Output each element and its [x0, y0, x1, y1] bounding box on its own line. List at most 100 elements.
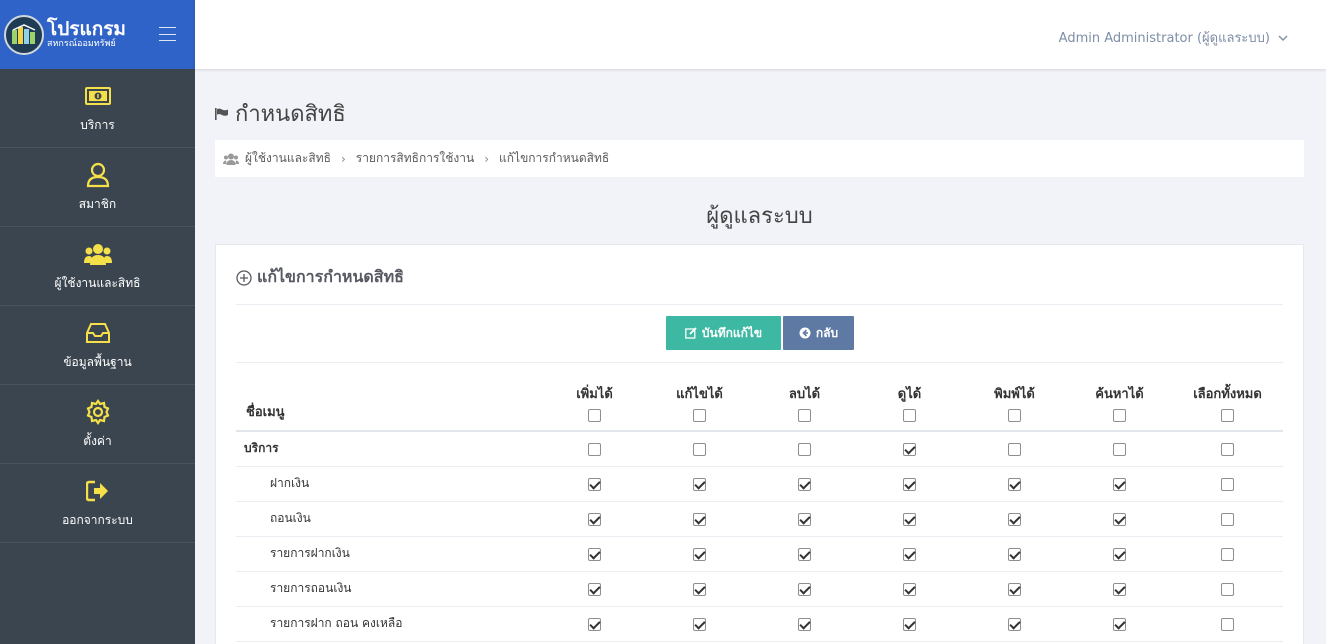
permission-cell: [752, 501, 857, 537]
brand-title: โปรแกรม: [47, 18, 126, 40]
permission-checkbox[interactable]: [1221, 582, 1234, 596]
sidebar-item-member[interactable]: สมาชิก: [0, 148, 195, 227]
permission-checkbox[interactable]: [903, 477, 916, 491]
permission-checkbox[interactable]: [903, 547, 916, 561]
permission-checkbox[interactable]: [588, 512, 601, 526]
menu-name-cell: ฝากเงิน: [236, 466, 542, 502]
sidebar-item-logout[interactable]: ออกจากระบบ: [0, 464, 195, 543]
select-all-checkbox[interactable]: [1221, 409, 1234, 422]
permission-checkbox[interactable]: [903, 617, 916, 631]
permission-checkbox[interactable]: [588, 442, 601, 456]
permission-checkbox[interactable]: [1008, 547, 1021, 561]
permission-checkbox[interactable]: [588, 582, 601, 596]
permission-checkbox[interactable]: [588, 477, 601, 491]
breadcrumb: ผู้ใช้งานและสิทธิ › รายการสิทธิการใช้งาน…: [215, 140, 1304, 177]
permission-cell: [857, 431, 962, 467]
permission-checkbox[interactable]: [693, 582, 706, 596]
menu-name-cell: รายการฝาก ถอน คงเหลือ: [236, 606, 542, 642]
select-column-checkbox[interactable]: [693, 409, 706, 422]
permission-cell: [857, 571, 962, 607]
permission-checkbox[interactable]: [1113, 547, 1126, 561]
permission-checkbox[interactable]: [1221, 477, 1234, 491]
divider: [236, 304, 1283, 305]
permission-cell: [542, 536, 647, 572]
permission-checkbox[interactable]: [1221, 442, 1234, 456]
edit-icon: [685, 327, 697, 339]
sidebar-item-users[interactable]: ผู้ใช้งานและสิทธิ: [0, 227, 195, 306]
permission-cell: [857, 536, 962, 572]
permission-checkbox[interactable]: [693, 477, 706, 491]
back-button-label: กลับ: [815, 325, 839, 340]
permission-checkbox[interactable]: [1113, 582, 1126, 596]
table-row: รายการฝากเงิน: [236, 536, 1283, 572]
permission-cell: [752, 536, 857, 572]
sidebar-item-service[interactable]: บริการ: [0, 69, 195, 148]
permission-checkbox[interactable]: [1113, 617, 1126, 631]
permission-checkbox[interactable]: [693, 442, 706, 456]
sidebar-item-settings[interactable]: ตั้งค่า: [0, 385, 195, 464]
save-button[interactable]: บันทึกแก้ไข: [666, 316, 781, 350]
inbox-icon: [84, 319, 112, 347]
permission-checkbox[interactable]: [1008, 617, 1021, 631]
permission-checkbox[interactable]: [798, 547, 811, 561]
chevron-down-icon: [1278, 30, 1288, 45]
back-button[interactable]: กลับ: [783, 316, 854, 350]
brand-subtitle: สหกรณ์ออมทรัพย์: [47, 39, 116, 49]
permission-checkbox[interactable]: [588, 547, 601, 561]
permission-checkbox[interactable]: [1113, 477, 1126, 491]
column-header-search: ค้นหาได้: [1067, 375, 1172, 432]
permission-checkbox[interactable]: [1008, 442, 1021, 456]
permission-table: ชื่อเมนู เพิ่มได้ แก้ไขได้ ลบได้ ดูได้ พ…: [236, 375, 1283, 642]
column-header-menu-name: ชื่อเมนู: [236, 375, 542, 432]
breadcrumb-item-permissions[interactable]: รายการสิทธิการใช้งาน: [356, 149, 474, 168]
permission-checkbox[interactable]: [798, 582, 811, 596]
permission-card: แก้ไขการกำหนดสิทธิ บันทึกแก้ไข กลับ ชื่อ…: [215, 244, 1304, 644]
sidebar-item-label: ออกจากระบบ: [62, 512, 133, 527]
permission-checkbox[interactable]: [1008, 512, 1021, 526]
permission-cell: [857, 606, 962, 642]
menu-name-cell: รายการฝากเงิน: [236, 536, 542, 572]
permission-checkbox[interactable]: [1221, 617, 1234, 631]
select-column-checkbox[interactable]: [903, 409, 916, 422]
permission-checkbox[interactable]: [1113, 442, 1126, 456]
chevron-right-icon: ›: [484, 151, 490, 166]
permission-checkbox[interactable]: [693, 512, 706, 526]
permission-checkbox[interactable]: [1113, 512, 1126, 526]
breadcrumb-item-users[interactable]: ผู้ใช้งานและสิทธิ: [245, 149, 331, 168]
sidebar-item-master-data[interactable]: ข้อมูลพื้นฐาน: [0, 306, 195, 385]
flag-icon: [215, 107, 229, 120]
permission-checkbox[interactable]: [798, 617, 811, 631]
permission-checkbox[interactable]: [588, 617, 601, 631]
permission-checkbox[interactable]: [798, 477, 811, 491]
table-header-row: ชื่อเมนู เพิ่มได้ แก้ไขได้ ลบได้ ดูได้ พ…: [236, 375, 1283, 432]
sidebar-item-label: ข้อมูลพื้นฐาน: [63, 354, 132, 369]
table-row: รายการถอนเงิน: [236, 571, 1283, 607]
permission-checkbox[interactable]: [1221, 512, 1234, 526]
permission-cell: [752, 571, 857, 607]
permission-checkbox[interactable]: [693, 617, 706, 631]
column-header-delete: ลบได้: [752, 375, 857, 432]
permission-checkbox[interactable]: [903, 512, 916, 526]
column-header-label: เพิ่มได้: [576, 387, 613, 402]
permission-checkbox[interactable]: [1008, 477, 1021, 491]
permission-checkbox[interactable]: [1008, 582, 1021, 596]
permission-cell: [857, 501, 962, 537]
permission-cell: [1067, 606, 1172, 642]
select-column-checkbox[interactable]: [1008, 409, 1021, 422]
select-column-checkbox[interactable]: [798, 409, 811, 422]
permission-checkbox[interactable]: [903, 442, 916, 456]
select-column-checkbox[interactable]: [588, 409, 601, 422]
user-menu[interactable]: Admin Administrator (ผู้ดูแลระบบ): [1059, 27, 1288, 48]
permission-checkbox[interactable]: [1221, 547, 1234, 561]
sidebar-item-label: บริการ: [80, 117, 115, 132]
permission-checkbox[interactable]: [693, 547, 706, 561]
table-row: ฝากเงิน: [236, 466, 1283, 502]
permission-checkbox[interactable]: [798, 512, 811, 526]
permission-checkbox[interactable]: [798, 442, 811, 456]
select-column-checkbox[interactable]: [1113, 409, 1126, 422]
permission-cell: [647, 431, 752, 467]
sidebar-item-label: ผู้ใช้งานและสิทธิ: [54, 275, 141, 290]
menu-toggle-icon[interactable]: [159, 27, 176, 41]
gear-icon: [84, 398, 112, 426]
permission-checkbox[interactable]: [903, 582, 916, 596]
